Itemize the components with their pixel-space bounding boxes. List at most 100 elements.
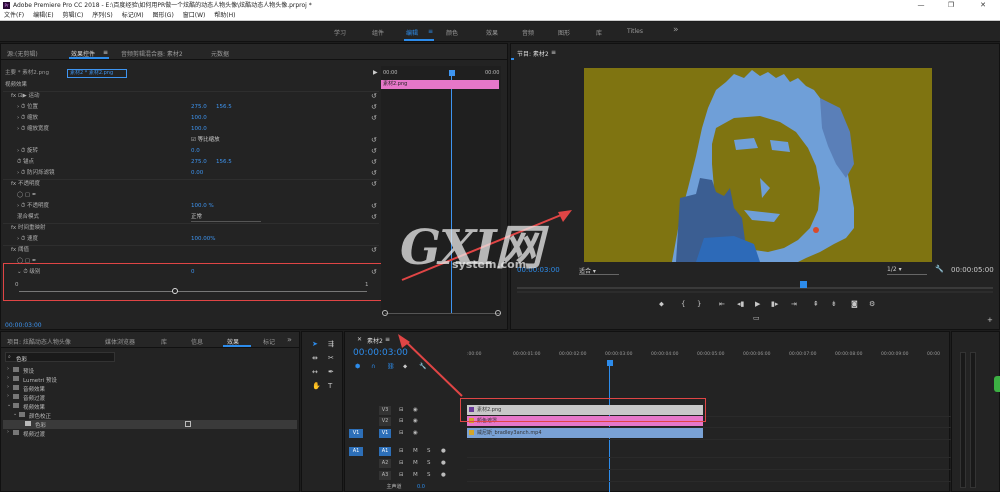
- mini-clip-bar[interactable]: 素材2.png: [381, 80, 499, 89]
- linked-selection-icon[interactable]: ⛓: [387, 362, 395, 371]
- timeline-timecode[interactable]: 00:00:03:00: [353, 348, 408, 358]
- solo-icon[interactable]: S: [427, 459, 431, 468]
- nest-icon[interactable]: ⬢: [355, 362, 360, 371]
- snap-icon[interactable]: ∩: [371, 362, 375, 371]
- track-sync-lock-icon[interactable]: ⊟: [399, 429, 404, 438]
- track-name-V2[interactable]: V2: [379, 417, 391, 426]
- track-sync-lock-icon[interactable]: ⊟: [399, 459, 404, 468]
- reset-icon[interactable]: ↺: [371, 179, 377, 189]
- tab-source[interactable]: 源:(无剪辑): [7, 49, 38, 58]
- tree-chevron-icon[interactable]: ›: [7, 384, 9, 390]
- menu-graphics[interactable]: 图形(G): [152, 12, 173, 19]
- reset-icon[interactable]: ↺: [371, 245, 377, 255]
- effect-row-value[interactable]: 275.0: [191, 102, 207, 112]
- mute-icon[interactable]: M: [413, 447, 418, 456]
- sequence-menu-icon[interactable]: ≡: [385, 336, 390, 343]
- track-name-V1[interactable]: V1: [379, 429, 391, 438]
- tree-chevron-icon[interactable]: ⌄: [13, 411, 17, 417]
- play-only-icon[interactable]: ▶: [373, 69, 378, 76]
- effect-row-value[interactable]: 0.00: [191, 168, 203, 178]
- effect-row-label[interactable]: 混合模式: [17, 212, 39, 222]
- reset-icon[interactable]: ↺: [371, 212, 377, 222]
- workspace-menu-icon[interactable]: ≡: [428, 28, 433, 35]
- track-name-A3[interactable]: A3: [379, 471, 391, 480]
- sequence-tab[interactable]: 素材2: [367, 336, 383, 345]
- effect-row-label[interactable]: ⏱ 锚点: [17, 157, 34, 167]
- workspace-assembly[interactable]: 组件: [372, 28, 384, 37]
- effect-row-value[interactable]: 275.0: [191, 157, 207, 167]
- add-marker-timeline-icon[interactable]: ⬥: [403, 362, 407, 371]
- effect-row-value[interactable]: 100.0: [191, 124, 207, 134]
- reset-icon[interactable]: ↺: [371, 135, 377, 145]
- effect-row-label[interactable]: › ⏱ 缩放宽度: [17, 124, 49, 134]
- effect-row-value-2[interactable]: 156.5: [216, 102, 232, 112]
- slip-tool-icon[interactable]: ↔: [312, 368, 318, 377]
- mini-zoom-handle-left[interactable]: [382, 310, 388, 316]
- workspace-effects[interactable]: 效果: [486, 28, 498, 37]
- more-workspaces-icon[interactable]: »: [673, 25, 679, 35]
- project-more-icon[interactable]: »: [287, 335, 292, 344]
- track-sync-lock-icon[interactable]: ⊟: [399, 417, 404, 426]
- mini-playhead[interactable]: [449, 70, 455, 76]
- effect-row-label[interactable]: fx 阈值: [11, 245, 29, 255]
- effect-row-label[interactable]: › ⏱ 速度: [17, 234, 38, 244]
- clip-selector[interactable]: 素材2 * 素材2.png: [67, 69, 127, 78]
- menu-marker[interactable]: 标记(M): [122, 12, 144, 19]
- fit-dropdown[interactable]: 适合 ▾: [579, 266, 619, 275]
- minimize-icon[interactable]: —: [910, 0, 932, 11]
- tree-chevron-icon[interactable]: ›: [7, 393, 9, 399]
- source-patch-A1[interactable]: A1: [349, 447, 363, 456]
- solo-icon[interactable]: S: [427, 471, 431, 480]
- effect-row-label[interactable]: fx ⊡▶ 运动: [11, 91, 40, 101]
- step-forward-icon[interactable]: ▮▸: [771, 300, 778, 309]
- program-monitor-title[interactable]: 节目: 素材2: [517, 49, 549, 58]
- timeline-ruler[interactable]: :00:00 00:00:01:00 00:00:02:00 00:00:03:00 0…: [467, 352, 951, 364]
- program-playhead[interactable]: [800, 281, 807, 288]
- resolution-dropdown[interactable]: 1/2 ▾: [887, 266, 927, 275]
- tab-media-browser[interactable]: 媒体浏览器: [105, 337, 135, 346]
- menu-edit[interactable]: 编辑(E): [33, 12, 53, 19]
- effect-row-value[interactable]: 正常: [191, 212, 261, 222]
- effects-tree-item[interactable]: ⌄ 视频效果: [3, 402, 297, 411]
- tab-metadata[interactable]: 元数据: [211, 49, 229, 58]
- master-volume-value[interactable]: 0.0: [417, 483, 425, 492]
- play-icon[interactable]: ▶: [755, 300, 760, 309]
- reset-icon[interactable]: ↺: [371, 91, 377, 101]
- tab-libraries[interactable]: 库: [161, 337, 167, 346]
- workspace-graphics[interactable]: 图形: [558, 28, 570, 37]
- workspace-audio[interactable]: 音频: [522, 28, 534, 37]
- button-editor-icon[interactable]: ⚙: [869, 300, 875, 309]
- effect-row-label[interactable]: › ⏱ 缩放: [17, 113, 38, 123]
- voiceover-icon[interactable]: ●: [441, 459, 446, 468]
- track-output-icon[interactable]: ◉: [413, 406, 418, 415]
- solo-icon[interactable]: S: [427, 447, 431, 456]
- go-to-out-icon[interactable]: ⇥: [791, 300, 797, 309]
- effect-row-value[interactable]: ☑ 等比缩放: [191, 135, 220, 145]
- reset-icon[interactable]: ↺: [371, 201, 377, 211]
- source-patch-V1[interactable]: V1: [349, 429, 363, 438]
- effect-row-value-2[interactable]: 156.5: [216, 157, 232, 167]
- selection-tool-icon[interactable]: ➤: [312, 340, 318, 349]
- track-output-icon[interactable]: ◉: [413, 417, 418, 426]
- menu-help[interactable]: 帮助(H): [214, 12, 235, 19]
- track-sync-lock-icon[interactable]: ⊟: [399, 406, 404, 415]
- type-tool-icon[interactable]: T: [328, 382, 332, 391]
- voiceover-icon[interactable]: ●: [441, 471, 446, 480]
- maximize-icon[interactable]: ❐: [940, 0, 962, 11]
- effect-row-label[interactable]: fx 不透明度: [11, 179, 40, 189]
- track-name-A1[interactable]: A1: [379, 447, 391, 456]
- workspace-libraries[interactable]: 库: [596, 28, 602, 37]
- mark-in-icon[interactable]: {: [681, 300, 685, 309]
- tab-audio-clip-mixer[interactable]: 音频剪辑混合器: 素材2: [121, 49, 183, 58]
- reset-icon[interactable]: ↺: [371, 168, 377, 178]
- close-sequence-icon[interactable]: ✕: [357, 336, 362, 343]
- track-output-icon[interactable]: ◉: [413, 429, 418, 438]
- effects-tree-item[interactable]: › 预设: [3, 366, 297, 375]
- tree-chevron-icon[interactable]: ›: [7, 429, 9, 435]
- track-name-V3[interactable]: V3: [379, 406, 391, 415]
- tab-effect-controls-menu-icon[interactable]: ≡: [103, 49, 108, 56]
- effect-controls-timecode[interactable]: 00:00:03:00: [5, 322, 42, 329]
- razor-tool-icon[interactable]: ✂: [328, 354, 334, 363]
- workspace-editing[interactable]: 编辑: [406, 28, 418, 37]
- reset-icon[interactable]: ↺: [371, 113, 377, 123]
